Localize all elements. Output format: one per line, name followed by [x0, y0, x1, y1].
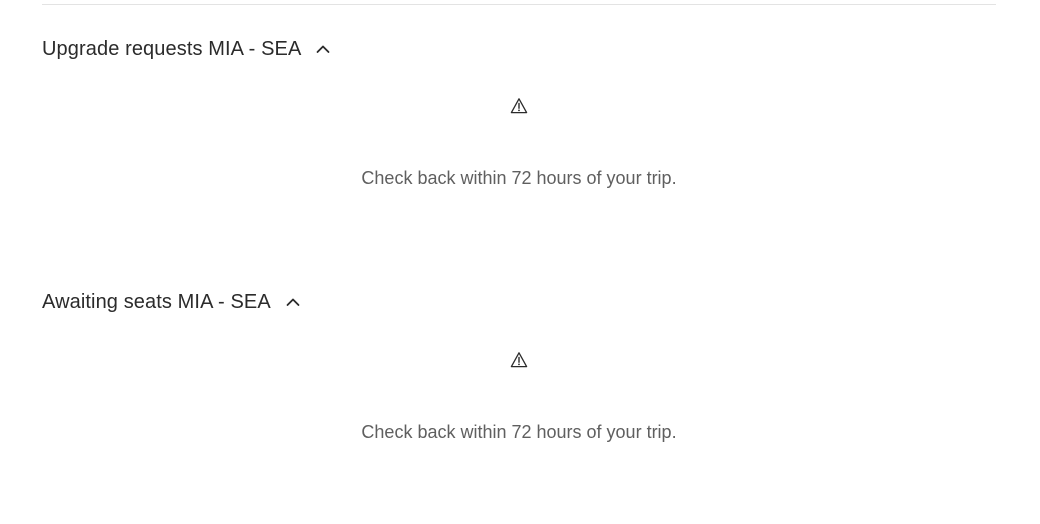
upgrade-requests-section: Upgrade requests MIA - SEA Check back wi…	[42, 34, 996, 189]
upgrade-requests-toggle[interactable]: Upgrade requests MIA - SEA	[42, 34, 996, 64]
top-divider	[42, 4, 996, 5]
awaiting-seats-section: Awaiting seats MIA - SEA Check back with…	[42, 287, 996, 443]
status-message: Check back within 72 hours of your trip.	[361, 422, 677, 442]
warning-container	[42, 351, 996, 374]
chevron-up-icon[interactable]	[285, 294, 301, 310]
warning-icon	[510, 351, 528, 369]
section-title: Awaiting seats MIA - SEA	[42, 290, 271, 313]
status-message: Check back within 72 hours of your trip.	[361, 168, 677, 188]
warning-container	[42, 97, 996, 120]
awaiting-seats-toggle[interactable]: Awaiting seats MIA - SEA	[42, 287, 996, 317]
warning-icon	[510, 97, 528, 115]
section-title: Upgrade requests MIA - SEA	[42, 37, 302, 60]
chevron-up-icon[interactable]	[315, 41, 331, 57]
